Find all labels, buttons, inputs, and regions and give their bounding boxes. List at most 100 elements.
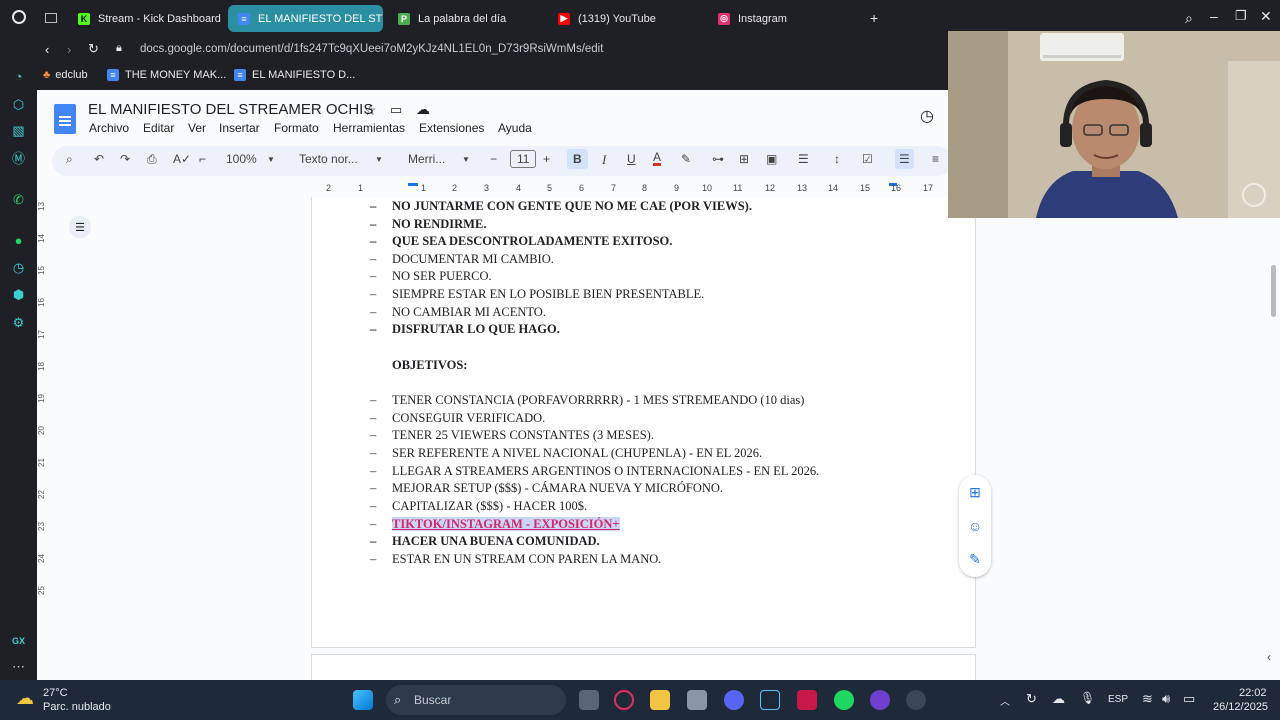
weather-description[interactable]: Parc. nublado bbox=[43, 701, 111, 713]
windows-start-icon[interactable] bbox=[353, 690, 373, 710]
menu-herramientas[interactable]: Herramientas bbox=[333, 121, 405, 135]
font-size-field[interactable]: 11 bbox=[510, 150, 537, 168]
chevron-up-icon[interactable]: ︿ bbox=[1000, 693, 1010, 708]
menu-ver[interactable]: Ver bbox=[188, 121, 206, 135]
back-button[interactable]: ‹ bbox=[45, 42, 49, 57]
add-comment-icon[interactable]: ⊞ bbox=[967, 484, 983, 500]
opera-logo-icon[interactable] bbox=[12, 10, 26, 24]
selected-list-item[interactable]: – TIKTOK/INSTAGRAM - EXPOSICIÓN+ bbox=[370, 517, 620, 532]
menu-extensiones[interactable]: Extensiones bbox=[419, 121, 484, 135]
opera-gx-taskbar-icon[interactable] bbox=[614, 690, 634, 710]
checklist-icon[interactable]: ☑ bbox=[862, 152, 873, 166]
reload-button[interactable]: ↻ bbox=[88, 41, 99, 57]
menu-archivo[interactable]: Archivo bbox=[89, 121, 129, 135]
bold-button[interactable]: B bbox=[567, 149, 588, 169]
scrollbar-thumb[interactable] bbox=[1271, 265, 1276, 317]
clock-time[interactable]: 22:02 bbox=[1239, 687, 1267, 699]
docs-logo-icon[interactable] bbox=[54, 104, 76, 134]
spellcheck-icon[interactable]: A✓ bbox=[173, 152, 191, 166]
sync-icon[interactable]: ↻ bbox=[1026, 691, 1037, 707]
version-history-icon[interactable]: ◷ bbox=[920, 106, 934, 126]
star-icon[interactable]: ☆ bbox=[364, 102, 377, 119]
document-page[interactable]: – NO JUNTARME CON GENTE QUE NO ME CAE (PO… bbox=[311, 197, 976, 648]
file-explorer-icon[interactable] bbox=[650, 690, 670, 710]
minimize-button[interactable]: – bbox=[1210, 8, 1218, 24]
spotify-taskbar-icon[interactable] bbox=[834, 690, 854, 710]
horizontal-ruler[interactable]: 2 1 1 2 3 4 5 6 7 8 9 10 11 12 13 14 15 … bbox=[37, 183, 948, 197]
messenger-icon[interactable]: Ⓜ bbox=[11, 150, 26, 166]
vertical-ruler[interactable]: 13 14 15 16 17 18 19 20 21 22 23 24 25 bbox=[37, 197, 49, 680]
underline-button[interactable]: U bbox=[627, 152, 636, 166]
decrease-font-size-button[interactable]: − bbox=[490, 152, 497, 166]
text-color-button[interactable]: A bbox=[653, 151, 662, 166]
print-icon[interactable]: ⎙ bbox=[147, 152, 157, 167]
move-folder-icon[interactable]: ▭ bbox=[390, 102, 402, 118]
zoom-select[interactable]: 100% bbox=[226, 152, 257, 166]
bookmark-money[interactable]: ≡ THE MONEY MAK... bbox=[107, 69, 226, 81]
increase-font-size-button[interactable]: + bbox=[543, 152, 550, 166]
tab-list-icon[interactable] bbox=[45, 13, 57, 23]
line-spacing-icon[interactable]: ↕ bbox=[834, 152, 840, 166]
settings-gear-icon[interactable]: ⚙ bbox=[11, 315, 26, 330]
italic-button[interactable]: I bbox=[602, 152, 606, 168]
new-tab-button[interactable]: + bbox=[870, 10, 878, 26]
highlight-color-icon[interactable]: ✎ bbox=[681, 152, 691, 166]
clock-date[interactable]: 26/12/2025 bbox=[1213, 701, 1268, 713]
antivirus-shield-icon[interactable] bbox=[797, 690, 817, 710]
document-outline-icon[interactable]: ☰ bbox=[69, 216, 91, 238]
battery-icon[interactable]: ▭ bbox=[1183, 691, 1195, 707]
menu-insertar[interactable]: Insertar bbox=[219, 121, 260, 135]
paint-format-icon[interactable]: ⌐ bbox=[199, 152, 206, 166]
next-document-page[interactable] bbox=[311, 654, 976, 680]
search-menus-icon[interactable]: ⌕ bbox=[66, 152, 73, 167]
language-indicator[interactable]: ESP bbox=[1108, 694, 1128, 705]
gx-icon[interactable]: GX bbox=[11, 633, 26, 648]
undo-icon[interactable]: ↶ bbox=[94, 152, 104, 166]
weather-temperature[interactable]: 27°C bbox=[43, 687, 68, 699]
tab-kick-dashboard[interactable]: K Stream - Kick Dashboard bbox=[68, 5, 223, 32]
maximize-button[interactable]: ❐ bbox=[1235, 8, 1247, 24]
volume-icon[interactable]: 🔊︎ bbox=[1162, 691, 1170, 707]
align-icon[interactable]: ☰ bbox=[798, 152, 809, 166]
forward-button[interactable]: › bbox=[67, 42, 71, 57]
crypto-wallet-icon[interactable]: ⬡ bbox=[11, 97, 26, 112]
task-view-icon[interactable] bbox=[579, 690, 599, 710]
menu-formato[interactable]: Formato bbox=[274, 121, 319, 135]
ruler-indent-marker[interactable] bbox=[408, 183, 418, 186]
redo-icon[interactable]: ↷ bbox=[120, 152, 130, 166]
suggest-edits-icon[interactable]: ✎ bbox=[967, 551, 983, 567]
snipping-tool-icon[interactable] bbox=[687, 690, 707, 710]
bookmark-edclub[interactable]: ♣ edclub bbox=[43, 69, 88, 81]
tab-manifiesto[interactable]: ≡ EL MANIFIESTO DEL STR bbox=[228, 5, 383, 32]
ai-icon[interactable]: ◔ bbox=[11, 69, 26, 84]
insert-image-icon[interactable]: ▣ bbox=[766, 152, 777, 166]
cloud-saved-icon[interactable]: ☁ bbox=[416, 101, 430, 118]
app-icon[interactable] bbox=[906, 690, 926, 710]
url-field[interactable]: docs.google.com/document/d/1fs247Tc9qXUe… bbox=[140, 43, 603, 55]
steam-icon[interactable] bbox=[760, 690, 780, 710]
document-title[interactable]: EL MANIFIESTO DEL STREAMER OCHIS bbox=[88, 101, 373, 118]
discord-icon[interactable] bbox=[724, 690, 744, 710]
whatsapp-icon[interactable]: ✆ bbox=[11, 192, 26, 207]
extensions-icon[interactable]: ⬢ bbox=[11, 287, 26, 302]
explore-chevron-icon[interactable]: ‹ bbox=[1267, 650, 1271, 664]
microphone-icon[interactable]: 🎙︎ bbox=[1080, 691, 1095, 705]
bulleted-list-icon[interactable]: ☰ bbox=[895, 149, 914, 169]
search-tabs-icon[interactable]: ⌕ bbox=[1185, 10, 1193, 27]
menu-editar[interactable]: Editar bbox=[143, 121, 174, 135]
more-options-icon[interactable]: ⋯ bbox=[11, 659, 26, 674]
add-emoji-reaction-icon[interactable]: ☺ bbox=[967, 518, 983, 534]
flow-icon[interactable]: ▧ bbox=[11, 123, 26, 138]
onedrive-icon[interactable]: ☁ bbox=[1052, 691, 1065, 707]
add-comment-icon[interactable]: ⊞ bbox=[739, 152, 749, 166]
selected-text[interactable]: TIKTOK/INSTAGRAM - EXPOSICIÓN+ bbox=[392, 517, 620, 531]
taskbar-search-box[interactable]: ⌕ Buscar bbox=[386, 685, 566, 715]
numbered-list-icon[interactable]: ≡ bbox=[932, 152, 939, 166]
weather-icon[interactable]: ☁ bbox=[16, 688, 34, 709]
wifi-icon[interactable]: ≋ bbox=[1142, 691, 1153, 707]
style-select[interactable]: Texto nor... bbox=[299, 152, 358, 166]
tab-palabra-del-dia[interactable]: P La palabra del día bbox=[388, 5, 543, 32]
menu-ayuda[interactable]: Ayuda bbox=[498, 121, 532, 135]
history-icon[interactable]: ◷ bbox=[11, 260, 26, 275]
tab-youtube[interactable]: ▶ (1319) YouTube bbox=[548, 5, 703, 32]
